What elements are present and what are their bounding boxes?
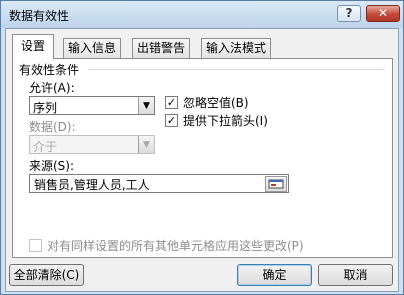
- dialog-body: 设置 输入信息 出错警告 输入法模式 有效性条件 允许(A): 序列 ▼ ✓ 忽…: [5, 28, 399, 292]
- close-button[interactable]: ✕: [366, 5, 400, 22]
- data-value: 介于: [33, 140, 58, 154]
- allow-label: 允许(A):: [29, 81, 75, 95]
- dropdown-arrow-label[interactable]: 提供下拉箭头(I): [183, 112, 268, 129]
- settings-panel: 有效性条件 允许(A): 序列 ▼ ✓ 忽略空值(B) ✓ 提供下拉箭头(I) …: [12, 58, 393, 258]
- source-input[interactable]: 销售员,管理人员,工人: [29, 174, 289, 193]
- data-label: 数据(D):: [29, 120, 76, 134]
- apply-all-label[interactable]: 对有同样设置的所有其他单元格应用这些更改(P): [47, 237, 304, 254]
- cancel-button[interactable]: 取消: [318, 264, 393, 286]
- dialog-window: 数据有效性 ? ✕ 设置 输入信息 出错警告 输入法模式 有效性条件 允许(A)…: [0, 0, 404, 295]
- allow-value: 序列: [33, 101, 58, 115]
- apply-all-checkbox[interactable]: [29, 239, 42, 252]
- ignore-blank-checkbox[interactable]: ✓: [165, 96, 178, 109]
- dropdown-arrow-checkbox[interactable]: ✓: [165, 114, 178, 127]
- tab-error-alert[interactable]: 出错警告: [132, 38, 191, 58]
- allow-select[interactable]: 序列 ▼: [29, 96, 155, 115]
- help-button[interactable]: ?: [337, 5, 361, 22]
- data-select: 介于 ▼: [29, 135, 155, 154]
- tab-input-message[interactable]: 输入信息: [63, 38, 122, 58]
- title-bar[interactable]: 数据有效性 ? ✕: [1, 1, 403, 28]
- chevron-down-icon[interactable]: ▼: [138, 97, 154, 114]
- range-picker-button[interactable]: [265, 176, 287, 192]
- tab-settings[interactable]: 设置: [12, 34, 55, 59]
- source-value: 销售员,管理人员,工人: [34, 178, 150, 192]
- ok-button[interactable]: 确定: [237, 264, 312, 286]
- collapse-dialog-icon: [268, 179, 284, 189]
- tab-ime-mode[interactable]: 输入法模式: [201, 38, 272, 58]
- check-icon: ✓: [166, 114, 177, 127]
- clear-all-button[interactable]: 全部清除(C): [9, 264, 84, 286]
- check-icon: ✓: [166, 96, 177, 109]
- ignore-blank-label[interactable]: 忽略空值(B): [183, 94, 249, 111]
- section-title: 有效性条件: [19, 63, 80, 77]
- chevron-down-icon: ▼: [138, 136, 154, 153]
- dialog-title: 数据有效性: [9, 9, 70, 23]
- section-divider: [89, 69, 385, 70]
- source-label: 来源(S):: [29, 159, 75, 173]
